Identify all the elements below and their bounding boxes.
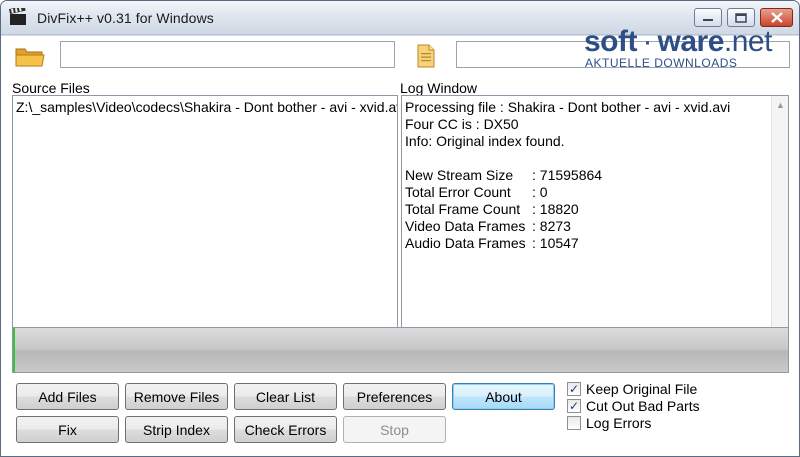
log-stat-row: Total Frame Count : 18820 [405, 201, 768, 218]
maximize-icon [735, 12, 747, 23]
log-stat-key: Audio Data Frames [405, 235, 526, 251]
clear-list-button[interactable]: Clear List [234, 383, 337, 410]
log-stat-key: Video Data Frames [405, 218, 526, 234]
log-stat-value: : 0 [532, 184, 548, 200]
log-line: Info: Original index found. [405, 133, 565, 149]
document-icon[interactable] [416, 44, 436, 68]
about-button[interactable]: About [452, 383, 555, 410]
options-group: ✓ Keep Original File ✓ Cut Out Bad Parts… [567, 380, 700, 431]
log-stat-key: New Stream Size [405, 167, 514, 183]
source-files-label: Source Files [12, 80, 90, 96]
keep-original-file-label: Keep Original File [586, 380, 698, 397]
folder-open-icon[interactable] [15, 44, 45, 68]
log-line: Four CC is : DX50 [405, 116, 519, 132]
checkbox-box[interactable]: ✓ [567, 398, 581, 413]
log-stat-key: Total Error Count [405, 184, 511, 200]
window-title: DivFix++ v0.31 for Windows [37, 10, 214, 26]
check-errors-button[interactable]: Check Errors [234, 416, 337, 443]
client-area: soft · ware.net AKTUELLE DOWNLOADS Sourc… [1, 25, 799, 456]
log-stat-row: Video Data Frames : 8273 [405, 218, 768, 235]
log-window[interactable]: Processing file : Shakira - Dont bother … [401, 95, 789, 355]
title-bar[interactable]: DivFix++ v0.31 for Windows [1, 1, 799, 35]
log-errors-checkbox[interactable]: Log Errors [567, 414, 700, 431]
clapperboard-icon [9, 8, 26, 25]
source-files-list[interactable]: Z:\_samples\Video\codecs\Shakira - Dont … [12, 95, 398, 355]
log-window-label: Log Window [400, 80, 478, 96]
log-stat-key: Total Frame Count [405, 201, 521, 217]
scroll-up-icon[interactable]: ▲ [772, 96, 788, 113]
minimize-button[interactable] [694, 8, 722, 27]
maximize-button[interactable] [727, 8, 755, 27]
checkbox-box[interactable]: ✓ [567, 381, 581, 396]
log-stat-row: New Stream Size : 71595864 [405, 167, 768, 184]
close-icon [770, 12, 783, 23]
vertical-scrollbar[interactable]: ▲ ▼ [771, 96, 788, 354]
checkbox-box[interactable] [567, 415, 581, 430]
log-spacer [405, 150, 768, 167]
cut-out-bad-parts-label: Cut Out Bad Parts [586, 397, 700, 414]
log-stat-value: : 8273 [532, 218, 571, 234]
list-item[interactable]: Z:\_samples\Video\codecs\Shakira - Dont … [16, 98, 397, 116]
keep-original-file-checkbox[interactable]: ✓ Keep Original File [567, 380, 700, 397]
log-stat-value: : 71595864 [532, 167, 603, 183]
log-stat-row: Total Error Count : 0 [405, 184, 768, 201]
log-stat-row: Audio Data Frames : 10547 [405, 235, 768, 252]
source-files-items: Z:\_samples\Video\codecs\Shakira - Dont … [13, 96, 397, 337]
log-stat-value: : 18820 [532, 201, 579, 217]
progress-fill [13, 328, 16, 372]
destination-path-input[interactable] [456, 41, 790, 68]
stop-button[interactable]: Stop [343, 416, 446, 443]
log-line: Processing file : Shakira - Dont bother … [405, 99, 731, 115]
log-errors-label: Log Errors [586, 414, 652, 431]
log-stat-value: : 10547 [532, 235, 579, 251]
progress-bar [12, 327, 789, 373]
strip-index-button[interactable]: Strip Index [125, 416, 228, 443]
preferences-button[interactable]: Preferences [343, 383, 446, 410]
app-window: DivFix++ v0.31 for Windows soft · ware.n… [0, 0, 800, 457]
fix-button[interactable]: Fix [16, 416, 119, 443]
close-button[interactable] [760, 8, 793, 27]
minimize-icon [703, 18, 713, 21]
add-files-button[interactable]: Add Files [16, 383, 119, 410]
remove-files-button[interactable]: Remove Files [125, 383, 228, 410]
source-path-input[interactable] [60, 41, 395, 68]
log-content: Processing file : Shakira - Dont bother … [402, 96, 771, 354]
cut-out-bad-parts-checkbox[interactable]: ✓ Cut Out Bad Parts [567, 397, 700, 414]
